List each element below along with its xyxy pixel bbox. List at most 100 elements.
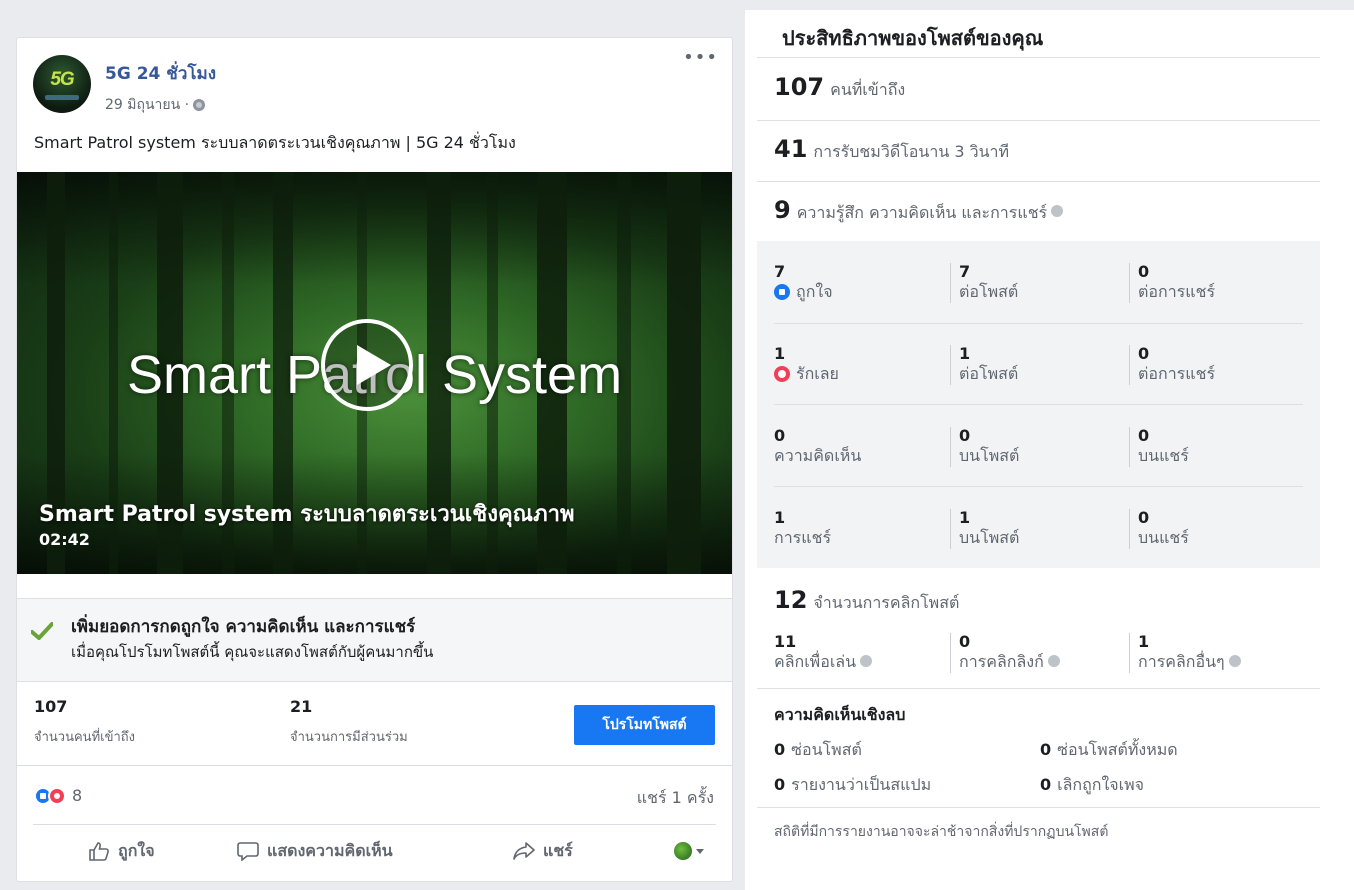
love-icon — [774, 366, 790, 382]
engagement-metric: 9 ความรู้สึก ความคิดเห็น และการแชร์ — [774, 196, 1064, 226]
report-spam-count: 0 — [774, 775, 786, 794]
comment-button[interactable]: แสดงความคิดเห็น — [237, 834, 393, 868]
hide-all-item: 0 ซ่อนโพสต์ทั้งหมด — [1040, 738, 1178, 763]
link-clicks-cell: 0 การคลิกลิงก์ — [950, 633, 1060, 673]
avatar-logo-text: 5G — [50, 69, 74, 90]
like-label: ถูกใจ — [118, 840, 155, 860]
comments-on-shares-label: บนแชร์ — [1138, 446, 1189, 465]
engagement-count: 21 — [290, 697, 313, 716]
unlike-page-label: เลิกถูกใจเพจ — [1057, 775, 1145, 794]
like-button[interactable]: ถูกใจ — [88, 834, 155, 868]
loves-on-post-cell: 1 ต่อโพสต์ — [950, 345, 1018, 385]
video-duration: 02:42 — [39, 530, 90, 549]
link-clicks-count: 0 — [959, 632, 971, 651]
report-spam-item: 0 รายงานว่าเป็นสแปม — [774, 773, 931, 798]
unlike-page-count: 0 — [1040, 775, 1052, 794]
like-icon — [774, 284, 790, 300]
audience-selector[interactable] — [674, 842, 704, 860]
divider — [757, 57, 1320, 58]
promo-box: เพิ่มยอดการกดถูกใจ ความคิดเห็น และการแชร… — [17, 598, 732, 682]
promo-description: เมื่อคุณโปรโมทโพสต์นี้ คุณจะแสดงโพสต์กับ… — [71, 643, 434, 661]
engagement-metric-label: ความรู้สึก ความคิดเห็น และการแชร์ — [796, 203, 1048, 222]
loves-on-shares-count: 0 — [1138, 344, 1150, 363]
profile-avatar-icon — [674, 842, 692, 860]
comments-on-post-cell: 0 บนโพสต์ — [950, 427, 1019, 467]
likes-on-post-cell: 7 ต่อโพสต์ — [950, 263, 1018, 303]
promote-post-button[interactable]: โปรโมทโพสต์ — [574, 705, 715, 745]
video-views-metric: 41 การรับชมวิดีโอนาน 3 วินาที — [774, 135, 1009, 165]
post-card: 5G 5G 24 ชั่วโมง 29 มิถุนายน · ••• Smart… — [16, 37, 733, 882]
share-label: แชร์ — [543, 840, 573, 860]
negative-feedback-title: ความคิดเห็นเชิงลบ — [774, 705, 906, 724]
post-text: Smart Patrol system ระบบลาดตระเวนเชิงคุณ… — [34, 133, 516, 152]
loves-cell: 1 รักเลย — [774, 345, 839, 385]
shares-on-shares-label: บนแชร์ — [1138, 528, 1189, 547]
top-strip — [745, 0, 1354, 10]
divider — [17, 765, 732, 766]
engagement-value: 9 — [774, 196, 791, 224]
video-player[interactable]: Smart Patrol System Smart Patrol system … — [17, 172, 732, 574]
play-icon[interactable] — [321, 319, 413, 411]
loves-count: 1 — [774, 344, 786, 363]
shares-cell: 1 การแชร์ — [774, 509, 831, 549]
clicks-metric: 12 จำนวนการคลิกโพสต์ — [774, 586, 959, 616]
insights-title: ประสิทธิภาพของโพสต์ของคุณ — [782, 26, 1044, 50]
other-clicks-count: 1 — [1138, 632, 1150, 651]
hide-post-label: ซ่อนโพสต์ — [791, 740, 862, 759]
play-clicks-count: 11 — [774, 632, 797, 651]
thumbs-up-icon — [89, 842, 109, 861]
reach-metric-label: คนที่เข้าถึง — [830, 80, 906, 99]
info-icon[interactable] — [1047, 655, 1060, 667]
share-count-link[interactable]: แชร์ 1 ครั้ง — [637, 786, 714, 811]
hide-post-count: 0 — [774, 740, 786, 759]
comment-label: แสดงความคิดเห็น — [267, 840, 393, 860]
page-avatar[interactable]: 5G — [33, 55, 91, 113]
video-caption: Smart Patrol system ระบบลาดตระเวนเชิงคุณ… — [39, 502, 575, 527]
comments-on-post-label: บนโพสต์ — [959, 446, 1020, 465]
other-clicks-label: การคลิกอื่นๆ — [1138, 652, 1225, 671]
action-bar: ถูกใจ แสดงความคิดเห็น แชร์ — [33, 834, 716, 868]
reactions-breakdown: 7 ถูกใจ 7 ต่อโพสต์ 0 ต่อการแชร์ 1 รักเลย… — [757, 241, 1320, 568]
likes-on-shares-label: ต่อการแชร์ — [1138, 282, 1216, 301]
play-clicks-label: คลิกเพื่อเล่น — [774, 652, 857, 671]
loves-on-shares-cell: 0 ต่อการแชร์ — [1129, 345, 1215, 385]
divider — [774, 323, 1303, 324]
avatar-logo-bar — [45, 95, 79, 100]
report-spam-label: รายงานว่าเป็นสแปม — [791, 775, 932, 794]
divider — [757, 688, 1320, 689]
promo-title: เพิ่มยอดการกดถูกใจ ความคิดเห็น และการแชร… — [71, 617, 416, 637]
link-clicks-label: การคลิกลิงก์ — [959, 652, 1044, 671]
hide-all-count: 0 — [1040, 740, 1052, 759]
reach-value: 107 — [774, 73, 825, 101]
page-name-link[interactable]: 5G 24 ชั่วโมง — [105, 60, 216, 87]
divider — [757, 181, 1320, 182]
loves-on-post-count: 1 — [959, 344, 971, 363]
hide-all-label: ซ่อนโพสต์ทั้งหมด — [1057, 740, 1178, 759]
share-arrow-icon — [513, 842, 535, 860]
shares-on-shares-count: 0 — [1138, 508, 1150, 527]
post-date-link[interactable]: 29 มิถุนายน · — [105, 94, 189, 116]
comments-on-shares-cell: 0 บนแชร์ — [1129, 427, 1189, 467]
globe-icon — [193, 99, 206, 111]
shares-on-post-count: 1 — [959, 508, 971, 527]
shares-on-shares-cell: 0 บนแชร์ — [1129, 509, 1189, 549]
reach-label: จำนวนคนที่เข้าถึง — [34, 730, 135, 745]
love-reaction-icon — [48, 786, 66, 805]
info-icon[interactable] — [860, 655, 873, 667]
loves-on-shares-label: ต่อการแชร์ — [1138, 364, 1216, 383]
more-options-icon[interactable]: ••• — [683, 49, 718, 67]
comment-icon — [237, 842, 259, 861]
reach-metric: 107 คนที่เข้าถึง — [774, 73, 905, 103]
info-icon[interactable] — [1051, 205, 1064, 217]
engagement-label: จำนวนการมีส่วนร่วม — [290, 730, 408, 745]
info-icon[interactable] — [1228, 655, 1241, 667]
shares-count: 1 — [774, 508, 786, 527]
insights-panel: ประสิทธิภาพของโพสต์ของคุณ 107 คนที่เข้าถ… — [757, 10, 1320, 890]
divider — [757, 120, 1320, 121]
share-button[interactable]: แชร์ — [513, 834, 573, 868]
reaction-count: 8 — [72, 786, 83, 805]
divider — [757, 807, 1320, 808]
comments-on-post-count: 0 — [959, 426, 971, 445]
reactions-summary[interactable]: 8 — [34, 786, 82, 805]
divider — [33, 824, 716, 825]
